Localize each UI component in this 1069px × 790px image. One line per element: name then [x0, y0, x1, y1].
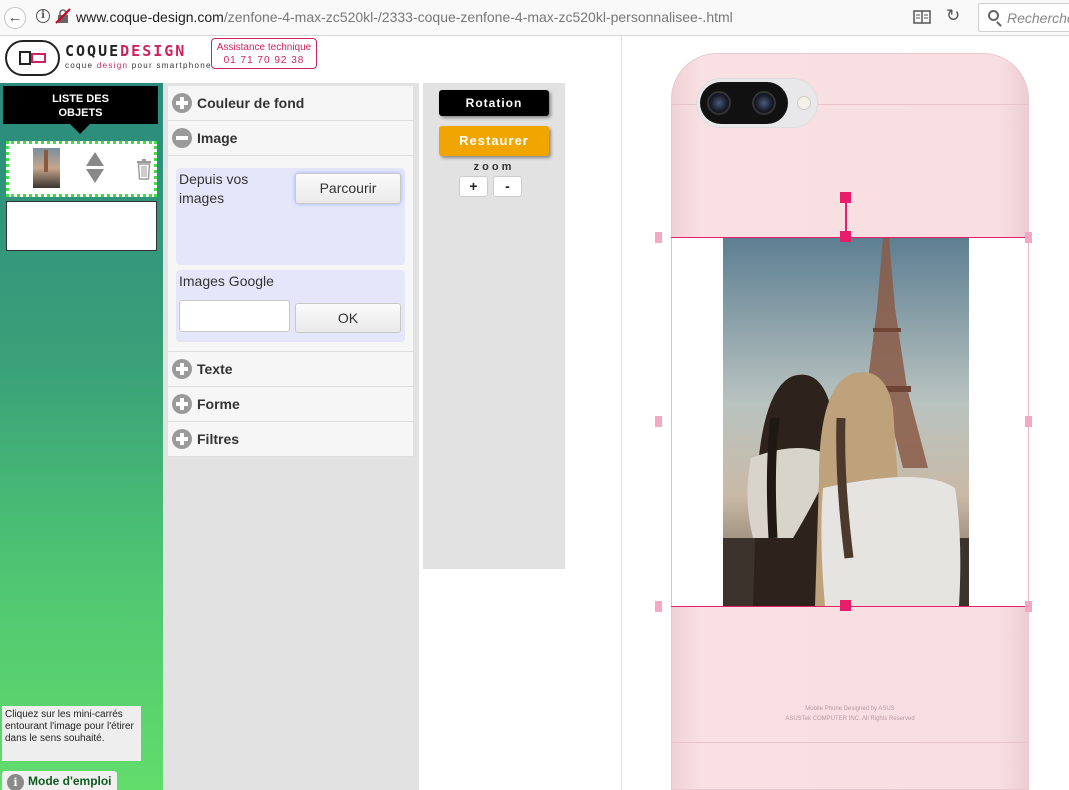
objects-list-title: LISTE DES OBJETS	[3, 86, 158, 124]
upload-label: Depuis vos images	[179, 171, 249, 206]
camera-lens-icon	[707, 91, 731, 115]
antenna-line-bottom	[672, 742, 1028, 743]
insecure-lock-icon[interactable]	[55, 8, 71, 24]
reload-icon[interactable]: ↻	[946, 6, 960, 26]
rotation-button[interactable]: Rotation	[439, 90, 549, 116]
resize-hint-text: Cliquez sur les mini-carrés entourant l'…	[2, 706, 141, 761]
eiffel-tower-photo	[723, 238, 969, 606]
section-text[interactable]: Texte	[168, 352, 413, 387]
url-domain: www.coque-design.com	[76, 9, 224, 25]
logo-mark-icon	[5, 40, 60, 76]
user-guide-label: Mode d'emploi	[28, 774, 112, 788]
object-list-empty-slot[interactable]	[6, 201, 157, 251]
transform-tools: Rotation Restaurer zoom + -	[423, 83, 565, 569]
collapse-minus-icon	[172, 128, 192, 148]
site-logo[interactable]: COQUEDESIGN coque design pour smartphone	[5, 39, 210, 77]
back-arrow-icon[interactable]: ←	[4, 7, 26, 29]
section-filters[interactable]: Filtres	[168, 422, 413, 457]
search-icon	[988, 10, 999, 21]
resize-handle-top-right[interactable]	[1025, 232, 1032, 243]
expand-plus-icon	[172, 429, 192, 449]
case-fine-print: Mobile Phone Designed by ASUS ASUSTek CO…	[785, 706, 915, 722]
image-section-body: Depuis vos images Parcourir Images Googl…	[168, 156, 413, 352]
rotate-handle[interactable]	[840, 192, 851, 203]
browser-search-box[interactable]: Recherche	[978, 3, 1069, 32]
resize-handle-bottom-right[interactable]	[1025, 601, 1032, 612]
title-pointer-icon	[70, 124, 90, 134]
expand-plus-icon	[172, 93, 192, 113]
address-bar[interactable]: www.coque-design.com/zenfone-4-max-zc520…	[76, 9, 733, 25]
uploaded-photo[interactable]	[723, 238, 969, 606]
expand-plus-icon	[172, 394, 192, 414]
trash-icon[interactable]	[136, 158, 152, 180]
reader-view-icon[interactable]	[913, 9, 931, 25]
google-search-input[interactable]	[179, 300, 290, 332]
resize-handle-top-left[interactable]	[655, 232, 662, 243]
camera-module-icon	[696, 78, 818, 128]
move-down-icon[interactable]	[86, 169, 104, 183]
object-thumbnail[interactable]	[33, 148, 60, 188]
zoom-in-button[interactable]: +	[459, 176, 488, 197]
zoom-label: zoom	[473, 161, 515, 173]
expand-plus-icon	[172, 359, 192, 379]
move-up-icon[interactable]	[86, 152, 104, 166]
canvas-divider	[621, 37, 622, 790]
customization-panel: Couleur de fond Image Depuis vos images …	[163, 83, 419, 790]
logo-wordmark: COQUEDESIGN	[65, 42, 187, 60]
url-path: /zenfone-4-max-zc520kl-/2333-coque-zenfo…	[223, 9, 733, 25]
site-info-icon[interactable]: i	[36, 9, 50, 23]
object-list-item-selected[interactable]	[6, 141, 157, 197]
info-icon: i	[7, 774, 24, 790]
options-accordion: Couleur de fond Image Depuis vos images …	[168, 86, 413, 457]
camera-lens-icon	[752, 91, 776, 115]
resize-handle-right[interactable]	[1025, 416, 1032, 427]
resize-handle-bottom[interactable]	[840, 600, 851, 611]
search-placeholder: Recherche	[1007, 10, 1069, 26]
user-guide-link[interactable]: i Mode d'emploi	[2, 771, 117, 790]
reorder-arrows-icon[interactable]	[85, 152, 105, 184]
section-background-color[interactable]: Couleur de fond	[168, 86, 413, 121]
google-images-label: Images Google	[179, 273, 274, 289]
resize-handle-left[interactable]	[655, 416, 662, 427]
selection-edge-left	[671, 237, 672, 607]
google-ok-button[interactable]: OK	[295, 303, 401, 333]
support-contact-badge[interactable]: Assistance technique 01 71 70 92 38	[211, 38, 317, 69]
support-phone: 01 71 70 92 38	[223, 55, 305, 66]
flash-icon	[797, 96, 811, 110]
upload-box: Depuis vos images Parcourir	[176, 168, 405, 265]
section-shape[interactable]: Forme	[168, 387, 413, 422]
section-image[interactable]: Image	[168, 121, 413, 156]
google-images-box: Images Google OK	[176, 270, 405, 342]
zoom-out-button[interactable]: -	[493, 176, 522, 197]
browse-button[interactable]: Parcourir	[295, 173, 401, 204]
restore-button[interactable]: Restaurer	[439, 126, 549, 156]
resize-handle-top[interactable]	[840, 231, 851, 242]
objects-sidebar: LISTE DES OBJETS Cliquez sur les mini-ca…	[0, 83, 163, 790]
logo-tagline: coque design pour smartphone	[65, 61, 212, 70]
resize-handle-bottom-left[interactable]	[655, 601, 662, 612]
browser-toolbar: ← i www.coque-design.com/zenfone-4-max-z…	[0, 0, 1069, 36]
support-title: Assistance technique	[216, 42, 312, 53]
